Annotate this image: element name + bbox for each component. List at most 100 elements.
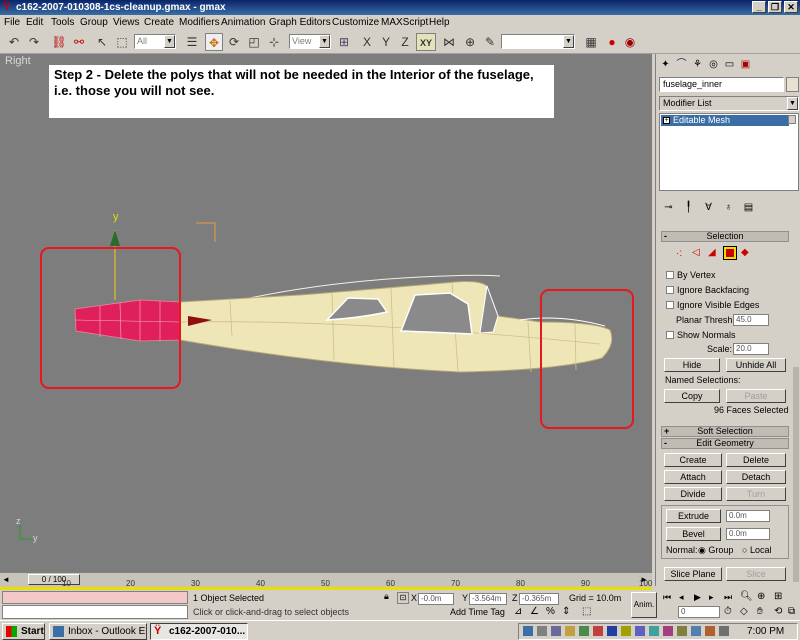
restrict-y-icon[interactable]: Y bbox=[377, 33, 395, 51]
angle-snap-icon[interactable]: ∠ bbox=[530, 606, 539, 617]
group-radio[interactable]: ◉ Group bbox=[698, 545, 733, 556]
copy-button[interactable]: Copy bbox=[664, 389, 720, 403]
viewport-right[interactable]: Right Step 2 - Delete the polys that wil… bbox=[0, 54, 652, 572]
spinner-snap-icon[interactable]: ⇕ bbox=[562, 606, 570, 617]
stack-item-editable-mesh[interactable]: + Editable Mesh bbox=[661, 115, 789, 126]
go-to-start-icon[interactable]: ⏮ bbox=[663, 592, 671, 603]
tray-icon-tool[interactable] bbox=[551, 626, 561, 636]
tray-icon-monitor[interactable] bbox=[537, 626, 547, 636]
tray-icon-network[interactable] bbox=[523, 626, 533, 636]
restrict-x-icon[interactable]: X bbox=[358, 33, 376, 51]
select-by-name-icon[interactable]: ☰ bbox=[183, 33, 201, 51]
tray-icon-printer[interactable] bbox=[705, 626, 715, 636]
z-coord-field[interactable]: -0.365m bbox=[519, 593, 559, 605]
create-tab-icon[interactable]: ✦ bbox=[658, 57, 673, 72]
menu-views[interactable]: Views bbox=[113, 16, 140, 29]
restrict-xy-button[interactable]: XY bbox=[416, 33, 436, 51]
selection-rollout-header[interactable]: - Selection bbox=[661, 231, 789, 242]
bevel-button[interactable]: Bevel bbox=[666, 527, 721, 541]
ignore-visible-edges-checkbox[interactable]: Ignore Visible Edges bbox=[666, 300, 759, 311]
tray-icon-messenger[interactable] bbox=[649, 626, 659, 636]
soft-selection-rollout-header[interactable]: + Soft Selection bbox=[661, 426, 789, 437]
object-color-swatch[interactable] bbox=[786, 77, 799, 92]
maxscript-listener[interactable] bbox=[2, 591, 188, 604]
pin-stack-icon[interactable]: ⊸ bbox=[661, 200, 676, 215]
display-tab-icon[interactable]: ▭ bbox=[722, 57, 737, 72]
tray-icon-language[interactable] bbox=[621, 626, 631, 636]
panel-scrollbar[interactable] bbox=[793, 367, 799, 582]
delete-button[interactable]: Delete bbox=[726, 453, 786, 467]
zoom-all-icon[interactable]: ⊕ bbox=[757, 591, 765, 602]
stack-scrollbar[interactable] bbox=[788, 115, 796, 124]
field-of-view-icon[interactable]: ◇ bbox=[740, 606, 748, 617]
planar-thresh-spinner[interactable]: 45.0 bbox=[733, 314, 769, 326]
go-to-end-icon[interactable]: ⏭ bbox=[724, 592, 732, 603]
arc-rotate-icon[interactable]: ⟲ bbox=[774, 606, 782, 617]
use-pivot-point-icon[interactable]: ⊞ bbox=[335, 33, 353, 51]
hierarchy-tab-icon[interactable]: ⚘ bbox=[690, 57, 705, 72]
paste-button[interactable]: Paste bbox=[726, 389, 786, 403]
select-and-move-icon[interactable]: ✥ bbox=[205, 33, 223, 51]
quick-render-icon[interactable]: ◉ bbox=[621, 33, 639, 51]
window-crossing-icon[interactable]: ⬚ bbox=[582, 606, 591, 617]
pan-icon[interactable]: ✋︎ bbox=[757, 606, 763, 617]
material-editor-icon[interactable]: ▦ bbox=[582, 33, 600, 51]
percent-snap-icon[interactable]: % bbox=[546, 606, 555, 617]
bevel-spinner[interactable]: 0.0m bbox=[726, 528, 770, 540]
maximize-button[interactable]: ❐ bbox=[768, 1, 782, 13]
extrude-button[interactable]: Extrude bbox=[666, 509, 721, 523]
render-icon[interactable]: ● bbox=[603, 33, 621, 51]
tray-icon-update[interactable] bbox=[677, 626, 687, 636]
add-time-tag[interactable]: Add Time Tag bbox=[450, 607, 505, 617]
select-and-rotate-icon[interactable]: ⟳ bbox=[225, 33, 243, 51]
modify-tab-icon[interactable]: ⌒ bbox=[674, 57, 689, 72]
taskbar-item-gmax[interactable]: Ÿc162-2007-010... bbox=[150, 623, 248, 640]
detach-button[interactable]: Detach bbox=[726, 470, 786, 484]
close-button[interactable]: ✕ bbox=[784, 1, 798, 13]
align-icon[interactable]: ⊕ bbox=[461, 33, 479, 51]
slice-button[interactable]: Slice bbox=[726, 567, 786, 581]
menu-file[interactable]: File bbox=[4, 16, 20, 29]
element-mode-icon[interactable]: ◆ bbox=[741, 247, 749, 258]
modifier-list-dropdown[interactable]: Modifier List ▼ bbox=[659, 96, 799, 111]
min-max-toggle-icon[interactable]: ⧉ bbox=[788, 606, 795, 617]
tray-icon-media[interactable] bbox=[663, 626, 673, 636]
menu-graph-editors[interactable]: Graph Editors bbox=[269, 16, 331, 29]
named-selection-sets-dropdown[interactable]: ▼ bbox=[501, 34, 575, 49]
y-coord-field[interactable]: -3.564m bbox=[469, 593, 507, 605]
mirror-icon[interactable]: ⋈ bbox=[440, 33, 458, 51]
menu-group[interactable]: Group bbox=[80, 16, 108, 29]
menu-help[interactable]: Help bbox=[429, 16, 450, 29]
named-selection-icon[interactable]: ✎ bbox=[481, 33, 499, 51]
scene-drawing[interactable] bbox=[0, 54, 652, 572]
create-button[interactable]: Create bbox=[664, 453, 722, 467]
face-mode-icon[interactable]: ◢ bbox=[708, 247, 716, 258]
maxscript-input[interactable] bbox=[2, 605, 188, 619]
remove-modifier-icon[interactable]: ♁ bbox=[721, 200, 736, 215]
select-and-link-icon[interactable]: ⛓ bbox=[50, 33, 68, 51]
animate-button[interactable]: Anim. bbox=[631, 592, 657, 618]
by-vertex-checkbox[interactable]: By Vertex bbox=[666, 270, 716, 281]
next-frame-icon[interactable]: ▸ bbox=[709, 592, 714, 603]
select-and-scale-icon[interactable]: ◰ bbox=[245, 33, 263, 51]
zoom-extents-icon[interactable]: ⊞ bbox=[774, 591, 782, 602]
make-unique-icon[interactable]: ∀ bbox=[701, 200, 716, 215]
taskbar-item-outlook[interactable]: Inbox - Outlook E... bbox=[49, 623, 147, 640]
gmax-app-icon[interactable]: Ÿ bbox=[3, 2, 14, 13]
tray-icon-security[interactable] bbox=[593, 626, 603, 636]
menu-animation[interactable]: Animation bbox=[221, 16, 265, 29]
start-button[interactable]: Start bbox=[2, 623, 45, 640]
polygon-mode-icon[interactable] bbox=[723, 246, 737, 260]
select-object-icon[interactable]: ↖ bbox=[93, 33, 111, 51]
configure-sets-icon[interactable]: ▤ bbox=[741, 200, 756, 215]
turn-button[interactable]: Turn bbox=[726, 487, 786, 501]
tray-icon-bluetooth[interactable] bbox=[607, 626, 617, 636]
menu-edit[interactable]: Edit bbox=[26, 16, 43, 29]
menu-tools[interactable]: Tools bbox=[51, 16, 74, 29]
absolute-mode-toggle[interactable]: ⊡ bbox=[397, 592, 409, 604]
x-coord-field[interactable]: -0.0m bbox=[418, 593, 454, 605]
zoom-icon[interactable]: 🔍︎ bbox=[740, 591, 753, 602]
show-end-result-icon[interactable]: ╿ bbox=[681, 200, 696, 215]
taskbar-clock[interactable]: 7:00 PM bbox=[747, 625, 784, 639]
tray-icon-power[interactable] bbox=[691, 626, 701, 636]
